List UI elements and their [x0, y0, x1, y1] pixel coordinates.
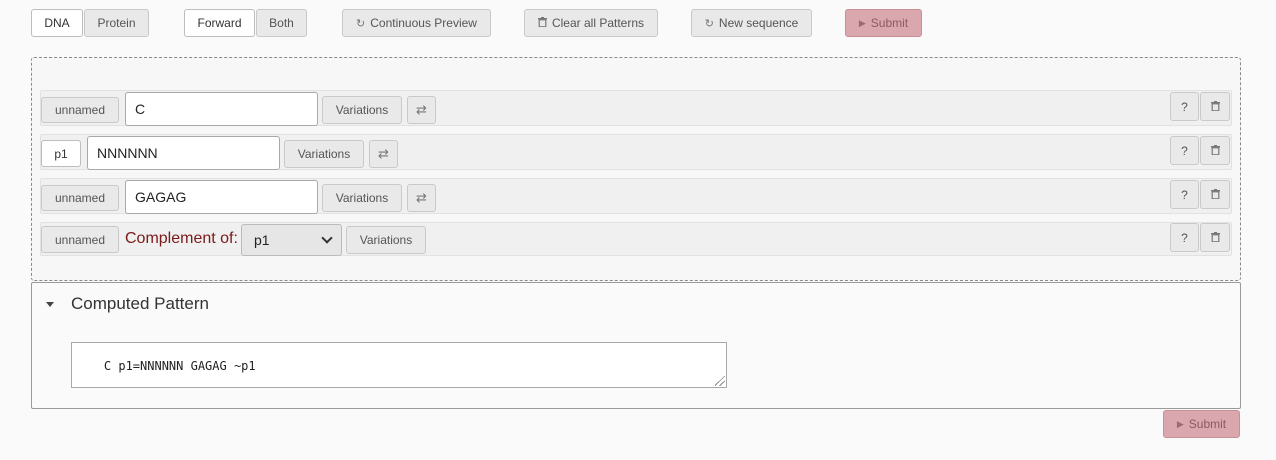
variations-button[interactable]: Variations: [346, 226, 426, 254]
swap-icon: ⇄: [378, 146, 389, 161]
variations-label: Variations: [335, 103, 389, 117]
sequence-input[interactable]: C: [125, 92, 318, 126]
clear-all-patterns-button[interactable]: Clear all Patterns: [524, 9, 658, 37]
dna-label: DNA: [44, 16, 70, 30]
continuous-preview-label: Continuous Preview: [370, 16, 477, 30]
pattern-row: unnamed GAGAG Variations ⇄ ?: [40, 178, 1232, 214]
swap-button[interactable]: ⇄: [369, 140, 398, 168]
collapse-caret-icon[interactable]: [46, 302, 54, 307]
pattern-name-button[interactable]: unnamed: [41, 97, 119, 123]
trash-icon: [1210, 188, 1220, 202]
pattern-row: unnamed Complement of: p1 Variations ?: [40, 222, 1232, 256]
clear-all-patterns-label: Clear all Patterns: [551, 16, 645, 30]
trash-icon: [1210, 144, 1220, 158]
both-label: Both: [269, 16, 294, 30]
complement-of-label: Complement of:: [125, 230, 238, 247]
swap-icon: ⇄: [416, 102, 427, 117]
pattern-row: p1 NNNNNN Variations ⇄ ?: [40, 134, 1232, 170]
complement-of-value: p1: [254, 232, 270, 248]
submit-button[interactable]: ▶ Submit: [845, 9, 922, 37]
protein-toggle[interactable]: Protein: [84, 9, 149, 37]
patterns-container: unnamed C Variations ⇄ ? p1 NNNNNN Varia…: [31, 57, 1241, 281]
trash-icon: [537, 16, 547, 30]
bottom-submit-button[interactable]: ▶ Submit: [1163, 410, 1240, 438]
pattern-name-label: unnamed: [54, 103, 106, 117]
pattern-row: unnamed C Variations ⇄ ?: [40, 90, 1232, 126]
delete-pattern-button[interactable]: [1200, 223, 1230, 252]
delete-pattern-button[interactable]: [1200, 92, 1230, 121]
help-button[interactable]: ?: [1170, 136, 1199, 165]
pattern-name-label: unnamed: [54, 191, 106, 205]
computed-pattern-value: C p1=NNNNNN GAGAG ~p1: [103, 359, 256, 373]
swap-icon: ⇄: [416, 190, 427, 205]
variations-label: Variations: [335, 191, 389, 205]
sequence-input[interactable]: GAGAG: [125, 180, 318, 214]
computed-pattern-panel: Computed Pattern C p1=NNNNNN GAGAG ~p1: [31, 282, 1241, 409]
variations-button[interactable]: Variations: [322, 184, 402, 212]
play-icon: ▶: [858, 17, 866, 28]
sequence-input[interactable]: NNNNNN: [87, 136, 280, 170]
forward-label: Forward: [197, 16, 242, 30]
complement-of-select[interactable]: p1: [241, 224, 342, 256]
help-icon: ?: [1181, 230, 1188, 245]
delete-pattern-button[interactable]: [1200, 136, 1230, 165]
pattern-name-button[interactable]: unnamed: [41, 226, 119, 253]
help-button[interactable]: ?: [1170, 223, 1199, 252]
sequence-value: C: [135, 101, 146, 117]
delete-pattern-button[interactable]: [1200, 180, 1230, 209]
help-button[interactable]: ?: [1170, 180, 1199, 209]
pattern-name-label: unnamed: [54, 232, 106, 247]
pattern-name-button[interactable]: unnamed: [41, 185, 119, 211]
protein-label: Protein: [97, 16, 136, 30]
new-sequence-label: New sequence: [718, 16, 799, 30]
submit-label: Submit: [870, 16, 909, 30]
trash-icon: [1210, 231, 1220, 245]
variations-button[interactable]: Variations: [284, 140, 364, 168]
bottom-submit-label: Submit: [1188, 417, 1227, 431]
help-icon: ?: [1181, 187, 1188, 202]
resize-handle-icon[interactable]: [715, 376, 725, 386]
refresh-icon: ↻: [704, 17, 714, 30]
help-icon: ?: [1181, 143, 1188, 158]
both-toggle[interactable]: Both: [256, 9, 307, 37]
help-icon: ?: [1181, 99, 1188, 114]
computed-pattern-textarea[interactable]: C p1=NNNNNN GAGAG ~p1: [71, 342, 727, 388]
pattern-name-label: p1: [54, 146, 68, 161]
variations-label: Variations: [359, 233, 413, 247]
variations-label: Variations: [297, 147, 351, 161]
trash-icon: [1210, 100, 1220, 114]
computed-pattern-title: Computed Pattern: [71, 294, 209, 313]
forward-toggle[interactable]: Forward: [184, 9, 255, 37]
play-icon: ▶: [1176, 418, 1184, 429]
help-button[interactable]: ?: [1170, 92, 1199, 121]
sequence-value: NNNNNN: [97, 145, 158, 161]
swap-button[interactable]: ⇄: [407, 96, 436, 124]
new-sequence-button[interactable]: ↻ New sequence: [691, 9, 812, 37]
pattern-name-button[interactable]: p1: [41, 140, 81, 167]
dna-toggle[interactable]: DNA: [31, 9, 83, 37]
chevron-down-icon: [321, 232, 333, 244]
swap-button[interactable]: ⇄: [407, 184, 436, 212]
continuous-preview-button[interactable]: ↻ Continuous Preview: [342, 9, 491, 37]
refresh-icon: ↻: [356, 17, 366, 30]
variations-button[interactable]: Variations: [322, 96, 402, 124]
sequence-value: GAGAG: [135, 189, 187, 205]
